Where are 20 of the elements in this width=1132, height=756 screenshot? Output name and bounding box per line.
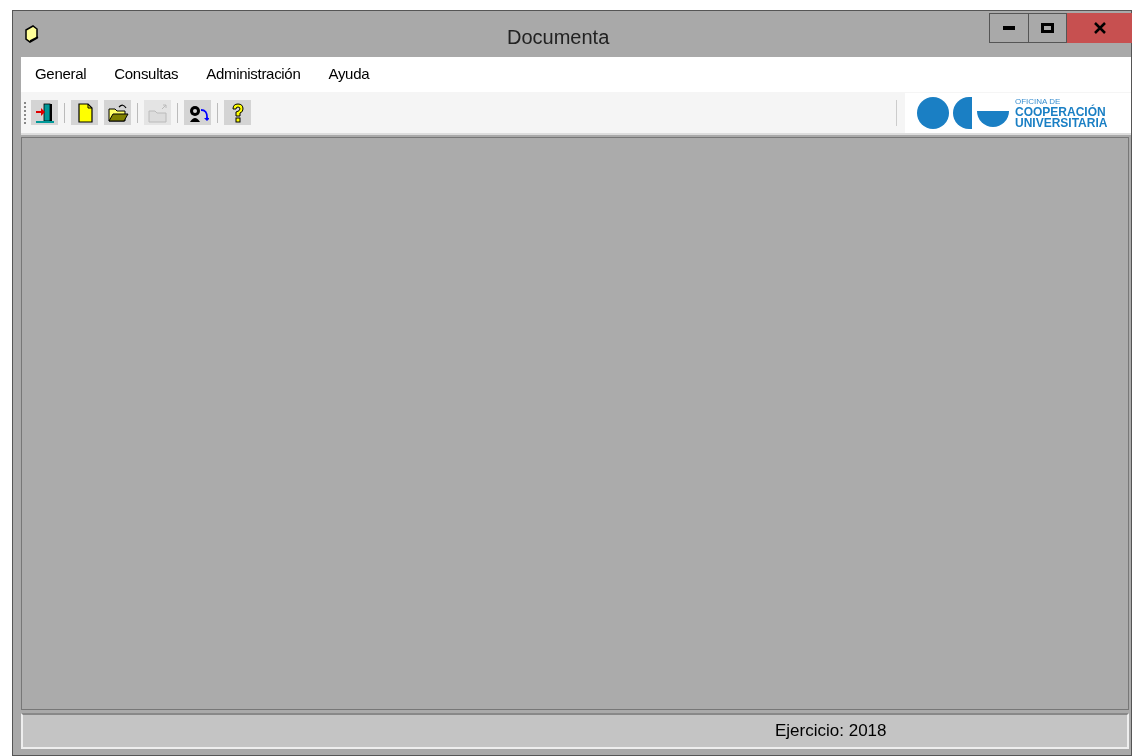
window-title: Documenta xyxy=(507,25,610,50)
users-refresh-button[interactable] xyxy=(184,100,211,125)
maximize-button[interactable] xyxy=(1029,13,1067,43)
logo-text: UNIVERSITARIA xyxy=(1015,118,1108,129)
close-icon xyxy=(1094,22,1106,34)
logo-shapes-icon xyxy=(917,96,1009,129)
new-document-button[interactable] xyxy=(71,100,98,125)
close-button[interactable] xyxy=(1067,13,1132,43)
logo-text: OFICINA DE xyxy=(1015,96,1061,106)
open-folder-button[interactable] xyxy=(104,100,131,125)
question-mark-button[interactable] xyxy=(224,100,251,125)
menu-item[interactable]: Administración xyxy=(206,63,301,86)
door-exit-button[interactable] xyxy=(31,100,58,125)
menu-item[interactable]: Ayuda xyxy=(328,63,370,86)
status-text: Ejercicio: 2018 xyxy=(775,720,887,743)
door-exit-icon xyxy=(33,101,56,124)
menu-item[interactable]: General xyxy=(35,63,87,86)
folder-icon xyxy=(146,101,169,124)
menu-item[interactable]: Consultas xyxy=(114,63,179,86)
minimize-button[interactable] xyxy=(989,13,1029,43)
